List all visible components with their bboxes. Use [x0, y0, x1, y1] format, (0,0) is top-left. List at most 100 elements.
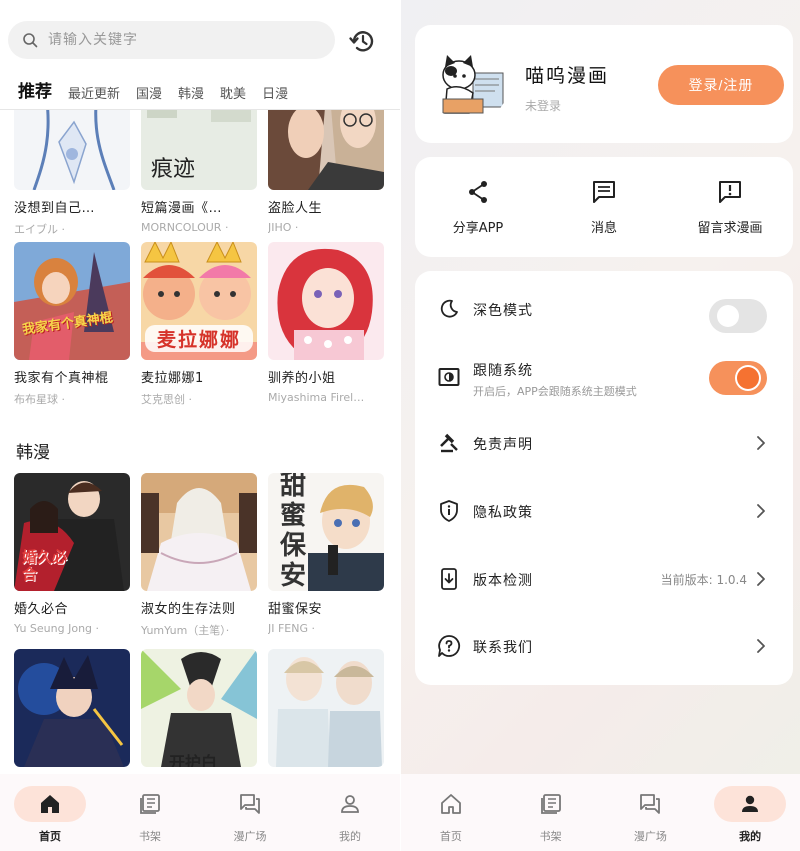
comic-cover-title: 甜蜜保安 [280, 473, 307, 591]
comic-cover [14, 649, 130, 767]
app-name: 喵呜漫画 [525, 65, 610, 87]
comic-cover: 我家有个真神棍 [14, 242, 130, 360]
comic-author: Yu Seung Jong · [14, 622, 100, 635]
nav-bookshelf[interactable]: 书架 [100, 774, 200, 851]
setting-privacy[interactable]: 隐私政策 [415, 481, 793, 541]
shield-icon [440, 500, 458, 522]
login-register-button[interactable]: 登录/注册 [658, 65, 784, 105]
setting-contact-us[interactable]: 联系我们 [415, 616, 793, 676]
nav-home[interactable]: 首页 [401, 774, 501, 851]
chevron-right-icon [757, 639, 765, 653]
comic-card[interactable]: 没想到自己… エイブル · [14, 110, 132, 237]
comic-cover [268, 110, 384, 190]
home-icon [440, 794, 461, 814]
comic-author: Miyashima Firel… [268, 391, 365, 404]
comic-cover: 麦拉娜娜 [141, 242, 257, 360]
forum-icon [240, 794, 260, 814]
comic-cover: 婚久必合 [14, 473, 130, 591]
profile-screen: 喵呜漫画 未登录 登录/注册 分享APP 消息 留言求漫画 深色模式 跟随系统 … [401, 0, 800, 851]
comic-card[interactable]: 麦拉娜娜 麦拉娜娜1 艾克思创 · [141, 242, 259, 407]
tab-recent-updates[interactable]: 最近更新 [68, 83, 120, 102]
comic-author: 艾克思创 · [141, 393, 192, 406]
tab-chinese-comics[interactable]: 国漫 [136, 83, 162, 102]
comic-title: 没想到自己… [14, 201, 96, 216]
nav-home[interactable]: 首页 [0, 774, 100, 851]
comic-card[interactable]: 淑女的生存法则 YumYum（主笔）· [141, 473, 259, 638]
setting-disclaimer[interactable]: 免责声明 [415, 413, 793, 473]
category-tabs: 推荐 最近更新 国漫 韩漫 耽美 日漫 [18, 78, 288, 102]
nav-mine[interactable]: 我的 [700, 774, 800, 851]
comic-feed[interactable]: 没想到自己… エイブル · 痕迹 短篇漫画《… MORNCOLOUR · 盗脸人… [0, 110, 400, 774]
comic-title: 短篇漫画《… [141, 201, 223, 216]
bottom-nav-right: 首页 书架 漫广场 我的 [401, 774, 800, 851]
phone-download-icon [441, 568, 457, 590]
comic-cover: 甜蜜保安 [268, 473, 384, 591]
comic-card[interactable]: 甜蜜保安 甜蜜保安 JI FENG · [268, 473, 386, 635]
comic-cover [141, 473, 257, 591]
comic-card[interactable] [268, 649, 386, 767]
forum-icon [640, 794, 661, 814]
comic-author: MORNCOLOUR · [141, 221, 229, 234]
comic-card[interactable]: 婚久必合 婚久必合 Yu Seung Jong · [14, 473, 132, 635]
comic-author: 布布星球 · [14, 393, 65, 406]
follow-system-toggle[interactable] [709, 361, 767, 395]
chevron-right-icon [757, 504, 765, 518]
share-app-button[interactable]: 分享APP [415, 157, 541, 257]
dark-mode-toggle[interactable] [709, 299, 767, 333]
search-bar[interactable] [8, 21, 335, 59]
svg-text:痕迹: 痕迹 [151, 157, 195, 182]
nav-mine[interactable]: 我的 [300, 774, 400, 851]
tab-japanese-comics[interactable]: 日漫 [262, 83, 288, 102]
profile-card: 喵呜漫画 未登录 登录/注册 [415, 25, 793, 143]
bookshelf-icon [540, 794, 561, 814]
comic-title: 驯养的小姐 [268, 371, 336, 386]
moon-icon [440, 299, 458, 318]
share-icon [469, 181, 487, 203]
gavel-icon [440, 433, 458, 453]
section-title-korean: 韩漫 [16, 443, 50, 463]
comic-card[interactable]: 盗脸人生 JIHO · [268, 110, 386, 234]
tab-bl-comics[interactable]: 耽美 [220, 83, 246, 102]
message-icon [593, 181, 615, 203]
comic-cover-title: 婚久必合 [22, 548, 68, 583]
comic-cover: 开护白 [141, 649, 257, 767]
messages-button[interactable]: 消息 [541, 157, 667, 257]
app-avatar[interactable] [429, 43, 509, 123]
quick-actions: 分享APP 消息 留言求漫画 [415, 157, 793, 257]
comic-card[interactable]: 我家有个真神棍 我家有个真神棍 布布星球 · [14, 242, 132, 407]
comic-cover [268, 649, 384, 767]
search-input[interactable] [48, 32, 288, 48]
comic-card[interactable]: 驯养的小姐 Miyashima Firel… [268, 242, 386, 404]
tab-korean-comics[interactable]: 韩漫 [178, 83, 204, 102]
comic-title: 我家有个真神棍 [14, 371, 109, 386]
comic-card[interactable]: 痕迹 短篇漫画《… MORNCOLOUR · [141, 110, 259, 234]
home-screen: 推荐 最近更新 国漫 韩漫 耽美 日漫 没想到自己… エイブル · [0, 0, 400, 851]
nav-comic-square[interactable]: 漫广场 [601, 774, 701, 851]
comic-card[interactable]: 开护白 [141, 649, 259, 767]
person-icon [742, 795, 759, 812]
theme-auto-icon [438, 368, 460, 386]
bottom-nav-left: 首页 书架 漫广场 我的 [0, 774, 400, 851]
comic-card[interactable] [14, 649, 132, 767]
bookshelf-icon [140, 794, 160, 814]
comic-title: 盗脸人生 [268, 201, 323, 216]
comic-title: 甜蜜保安 [268, 602, 323, 617]
setting-version-check[interactable]: 版本检测 当前版本: 1.0.4 [415, 549, 793, 609]
help-icon [438, 635, 461, 657]
tab-recommended[interactable]: 推荐 [18, 77, 52, 102]
home-icon [41, 795, 59, 813]
follow-system-description: 开启后，APP会跟随系统主题模式 [473, 385, 637, 398]
login-status: 未登录 [525, 99, 562, 113]
comic-cover-title: 麦拉娜娜 [145, 325, 253, 352]
person-icon [341, 795, 359, 813]
nav-comic-square[interactable]: 漫广场 [200, 774, 300, 851]
nav-bookshelf[interactable]: 书架 [501, 774, 601, 851]
comic-author: エイブル · [14, 223, 65, 236]
comic-title: 婚久必合 [14, 602, 69, 617]
setting-follow-system: 跟随系统 开启后，APP会跟随系统主题模式 [415, 347, 793, 407]
request-comic-button[interactable]: 留言求漫画 [667, 157, 793, 257]
comic-cover [268, 242, 384, 360]
search-icon [23, 33, 38, 48]
current-version: 当前版本: 1.0.4 [660, 573, 747, 587]
history-icon[interactable] [348, 27, 376, 55]
